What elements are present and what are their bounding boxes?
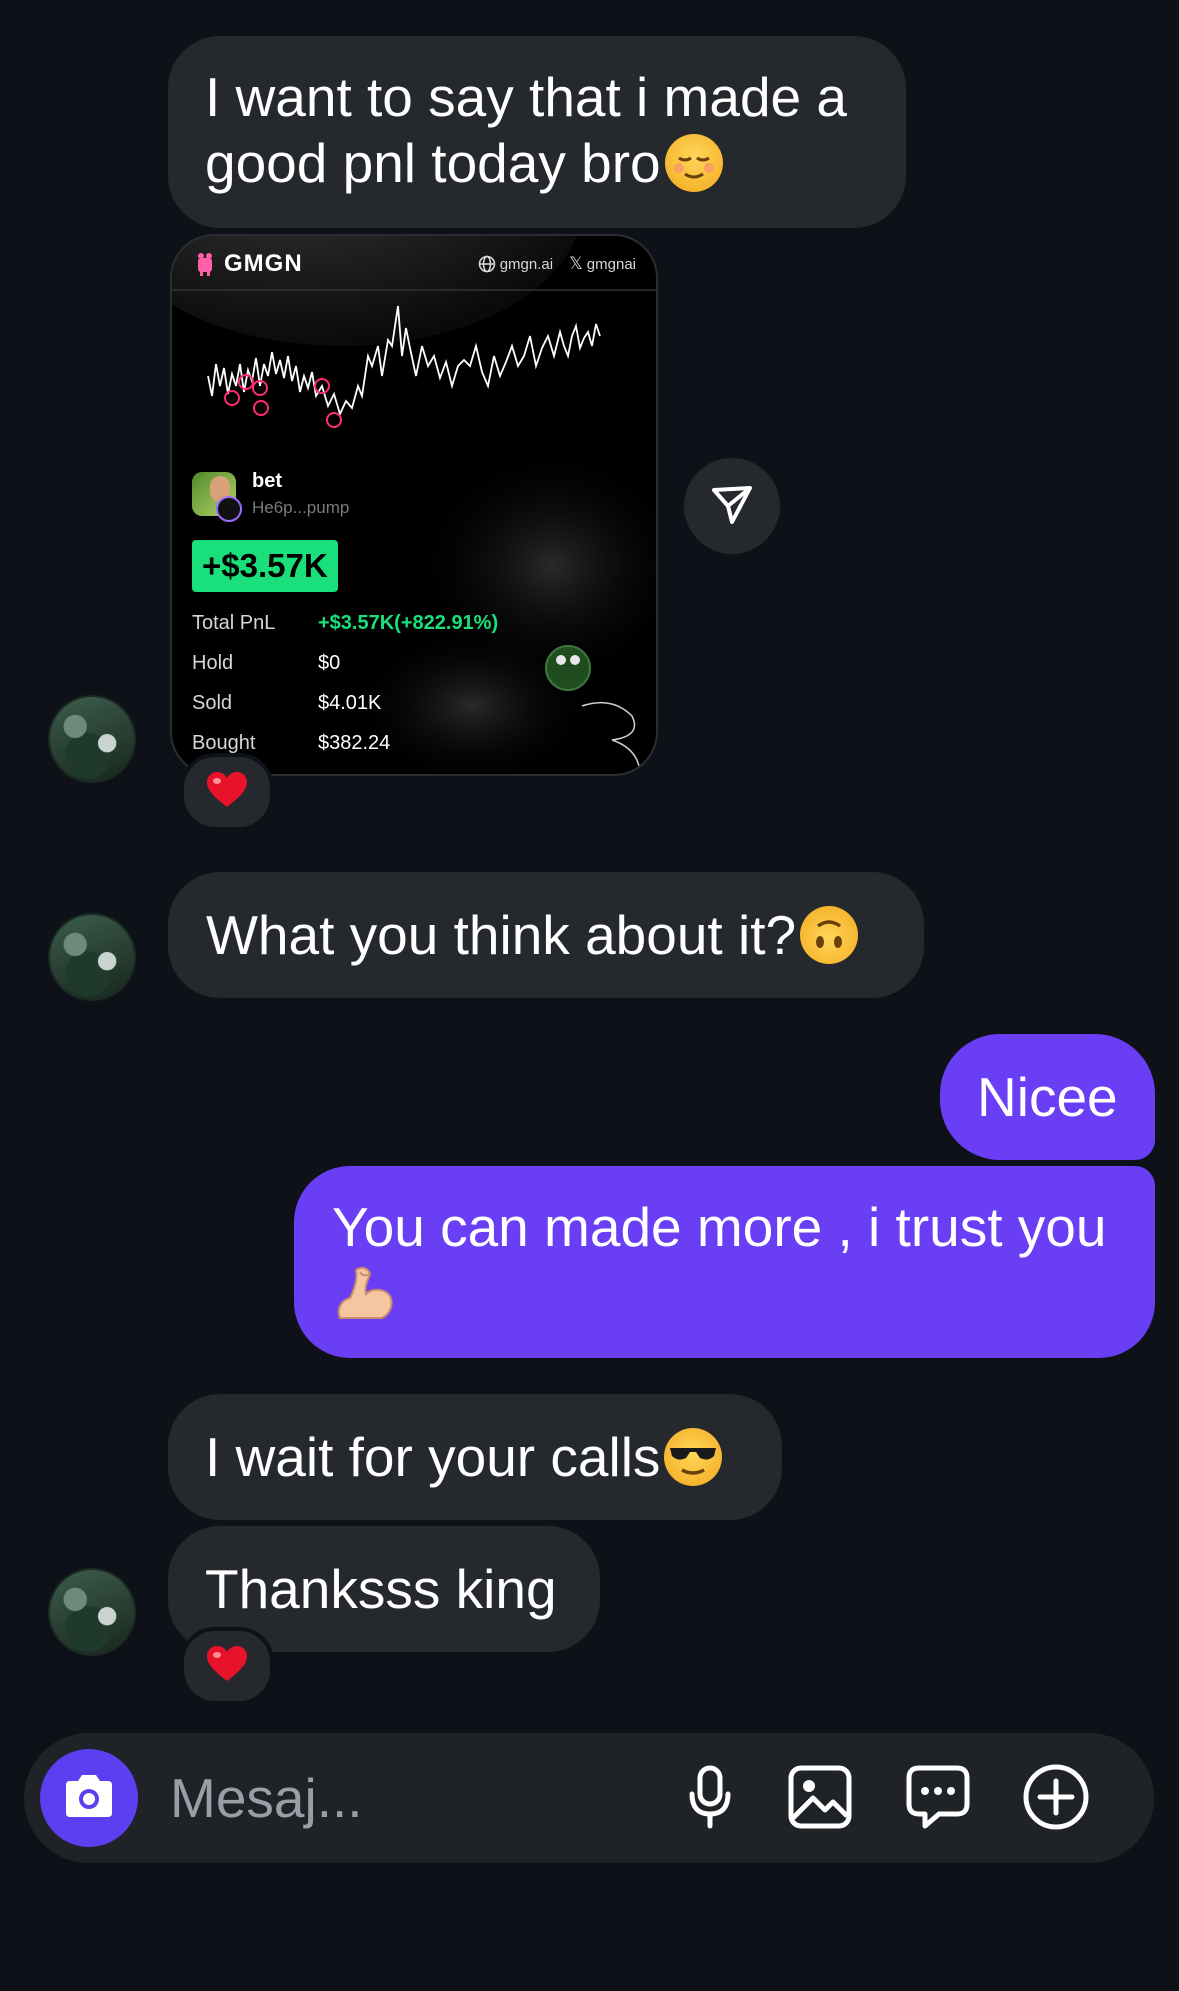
heart-icon	[206, 1645, 248, 1688]
microphone-button[interactable]	[674, 1763, 746, 1835]
microphone-icon	[686, 1764, 734, 1835]
avatar[interactable]	[48, 913, 136, 1001]
gallery-button[interactable]	[784, 1763, 856, 1835]
sticker-chat-icon	[905, 1764, 971, 1835]
sticker-button[interactable]	[902, 1763, 974, 1835]
row-label-total-pnl: Total PnL	[192, 612, 276, 634]
row-label-sold: Sold	[192, 692, 233, 714]
brand-name: GMGN	[224, 250, 303, 277]
message-text: I want to say that i made a	[205, 66, 848, 128]
message-text: good pnl today bro	[205, 130, 906, 196]
row-value-total-pnl: +$3.57K(+822.91%)	[318, 612, 499, 634]
message-bubble-outgoing[interactable]: You can made more , i trust you	[294, 1166, 1155, 1358]
row-value-hold: $0	[318, 652, 341, 674]
message-text: You can made more , i trust you	[332, 1196, 1107, 1258]
message-bubble-incoming[interactable]: I want to say that i made a good pnl tod…	[168, 36, 906, 228]
card-background-art	[172, 236, 656, 774]
row-label-hold: Hold	[192, 652, 234, 674]
message-input[interactable]: Mesaj...	[170, 1765, 670, 1831]
flexed-biceps-emoji-icon	[332, 1260, 398, 1326]
upside-down-face-emoji-icon	[800, 906, 859, 965]
reaction-badge[interactable]	[180, 753, 274, 831]
image-icon	[787, 1764, 853, 1835]
message-text: I wait for your calls	[205, 1426, 661, 1488]
row-label-bought: Bought	[192, 732, 256, 754]
share-button[interactable]	[684, 458, 780, 554]
gmgn-logo-icon	[194, 252, 216, 276]
heart-icon	[206, 771, 248, 814]
message-text: Nicee	[977, 1066, 1118, 1128]
message-text: What you think about it?	[206, 904, 797, 966]
x-logo-icon: 𝕏	[569, 254, 583, 273]
globe-icon	[478, 255, 496, 273]
avatar[interactable]	[48, 1568, 136, 1656]
reaction-badge[interactable]	[180, 1627, 274, 1705]
site-link[interactable]: gmgn.ai	[500, 256, 553, 273]
more-button[interactable]	[1020, 1763, 1092, 1835]
share-send-icon	[708, 480, 756, 533]
camera-button[interactable]	[40, 1749, 138, 1847]
x-handle[interactable]: gmgnai	[587, 256, 636, 273]
token-avatar	[192, 472, 242, 522]
pnl-share-card[interactable]: GMGN gmgn.ai 𝕏 gmgnai bet He6p...pump +$…	[170, 234, 658, 776]
message-bubble-incoming[interactable]: What you think about it?	[168, 872, 924, 998]
pnl-badge: +$3.57K	[192, 540, 338, 592]
sunglasses-face-emoji-icon	[664, 1428, 723, 1487]
token-address: He6p...pump	[252, 498, 350, 517]
row-value-sold: $4.01K	[318, 692, 382, 714]
camera-icon	[62, 1773, 116, 1824]
plus-circle-icon	[1022, 1763, 1090, 1836]
message-bubble-incoming[interactable]: I wait for your calls	[168, 1394, 782, 1520]
message-composer: Mesaj...	[24, 1733, 1154, 1863]
avatar[interactable]	[48, 695, 136, 783]
message-bubble-outgoing[interactable]: Nicee	[940, 1034, 1155, 1160]
message-text: Thanksss king	[205, 1558, 557, 1620]
token-name: bet	[252, 470, 282, 492]
row-value-bought: $382.24	[318, 732, 391, 754]
relieved-face-emoji-icon	[664, 134, 723, 193]
